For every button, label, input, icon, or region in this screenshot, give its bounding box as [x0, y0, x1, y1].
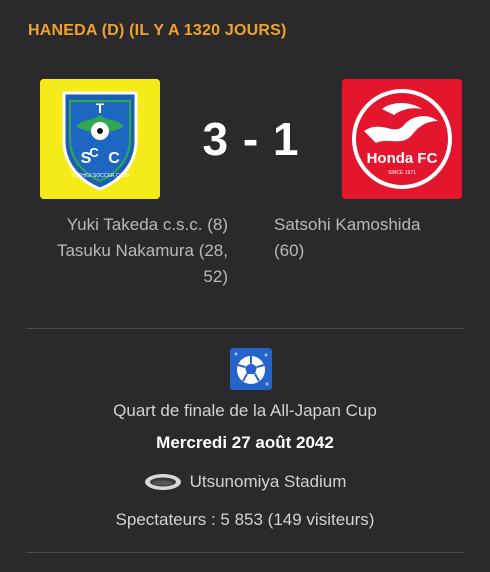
away-team-crest-icon[interactable]: Honda FC SINCE 1971	[342, 79, 462, 199]
home-team-crest-icon[interactable]: T C S C TOCHIGI SOCCER CLUB	[40, 79, 160, 199]
svg-text:Honda FC: Honda FC	[367, 150, 438, 167]
match-score: 3 - 1	[202, 113, 300, 165]
home-scorer[interactable]: Tasuku Nakamura (28,	[18, 238, 228, 264]
stadium-name[interactable]: Utsunomiya Stadium	[190, 472, 347, 492]
competition-round: Quart de finale de la All-Japan Cup	[113, 401, 377, 420]
match-date: Mercredi 27 août 2042	[156, 433, 334, 452]
svg-text:SINCE 1971: SINCE 1971	[388, 170, 416, 176]
home-scorer[interactable]: Yuki Takeda c.s.c. (8)	[18, 212, 228, 238]
svg-text:S: S	[81, 150, 92, 167]
away-scorer[interactable]: (60)	[274, 238, 474, 264]
svg-text:TOCHIGI SOCCER CLUB: TOCHIGI SOCCER CLUB	[71, 173, 130, 179]
cup-ball-icon[interactable]	[230, 348, 272, 390]
home-scorer[interactable]: 52)	[18, 264, 228, 290]
svg-text:C: C	[108, 150, 120, 167]
home-scorers-list: Yuki Takeda c.s.c. (8) Tasuku Nakamura (…	[18, 212, 228, 290]
away-scorer[interactable]: Satsohi Kamoshida	[274, 212, 474, 238]
stadium-row: Utsunomiya Stadium	[0, 472, 490, 497]
stadium-icon	[144, 472, 182, 492]
attendance-text: Spectateurs : 5 853 (149 visiteurs)	[115, 510, 375, 529]
match-header-title: HANEDA (D) (IL Y A 1320 JOURS)	[28, 22, 287, 39]
section-divider	[26, 328, 464, 329]
svg-text:T: T	[96, 100, 105, 116]
section-divider	[26, 552, 464, 553]
away-scorers-list: Satsohi Kamoshida (60)	[274, 212, 474, 264]
